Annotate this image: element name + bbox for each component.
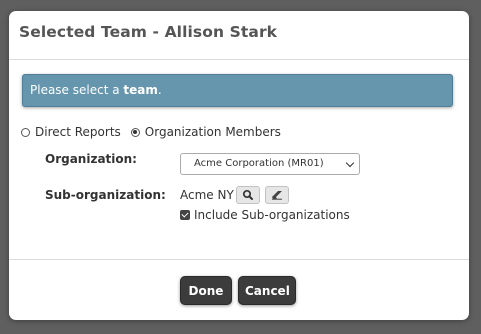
- team-type-radio-group: Direct Reports Organization Members: [21, 124, 291, 140]
- info-alert: Please select a team.: [22, 74, 453, 107]
- radio-organization-members-input[interactable]: [130, 127, 140, 137]
- chevron-down-icon: [345, 158, 355, 168]
- radio-organization-members-label: Organization Members: [144, 125, 281, 139]
- include-sub-organizations-row[interactable]: Include Sub-organizations: [180, 208, 350, 222]
- radio-direct-reports[interactable]: Direct Reports: [21, 125, 121, 139]
- dialog-title: Selected Team - Allison Stark: [19, 23, 278, 41]
- organization-select[interactable]: Acme Corporation (MR01): [180, 153, 360, 175]
- dialog-footer: Done Cancel: [9, 259, 469, 320]
- selected-team-dialog: Selected Team - Allison Stark Please sel…: [9, 11, 469, 320]
- radio-direct-reports-input[interactable]: [21, 127, 30, 137]
- alert-text-suffix: .: [157, 83, 162, 97]
- radio-direct-reports-label: Direct Reports: [35, 125, 121, 139]
- sub-organization-value: Acme NY: [180, 188, 234, 202]
- done-button[interactable]: Done: [180, 276, 232, 305]
- radio-organization-members[interactable]: Organization Members: [130, 125, 281, 139]
- search-icon: [242, 189, 253, 200]
- eraser-icon: [272, 191, 282, 200]
- organization-select-value: Acme Corporation (MR01): [194, 158, 324, 169]
- include-sub-organizations-label: Include Sub-organizations: [194, 208, 350, 222]
- organization-label: Organization:: [45, 152, 137, 166]
- cancel-button[interactable]: Cancel: [238, 276, 296, 305]
- sub-organization-clear-button[interactable]: [265, 186, 289, 204]
- dialog-header: Selected Team - Allison Stark: [9, 11, 469, 60]
- alert-text-emphasis: team: [123, 83, 158, 97]
- sub-organization-search-button[interactable]: [236, 186, 260, 204]
- include-sub-organizations-checkbox[interactable]: [180, 210, 190, 220]
- sub-organization-label: Sub-organization:: [45, 188, 166, 202]
- alert-text-prefix: Please select a: [30, 83, 124, 97]
